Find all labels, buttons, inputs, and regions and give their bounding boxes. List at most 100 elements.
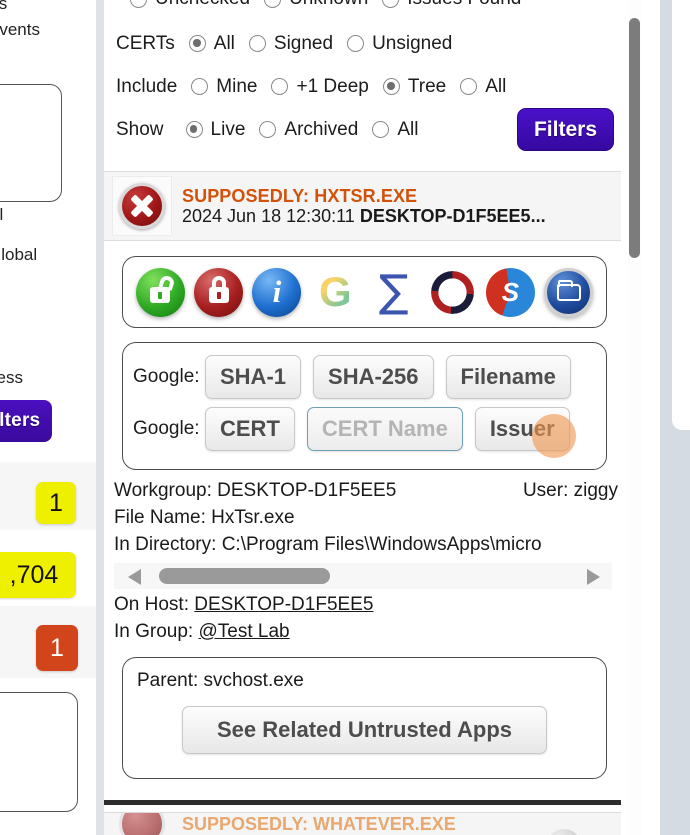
next-alert-title: SUPPOSEDLY: WHATEVER.EXE xyxy=(182,813,456,834)
radio-label-unchecked: Unchecked xyxy=(155,0,250,10)
radio-unchecked-icon[interactable] xyxy=(130,0,147,8)
radio-label-unknown: Unknown xyxy=(289,0,368,10)
radio-option-certs-unsigned[interactable]: Unsigned xyxy=(347,33,452,55)
google-sha1-button[interactable]: SHA-1 xyxy=(205,355,302,399)
main-detail-panel: Unchecked Unknown Issues Found CERTs All xyxy=(104,0,628,835)
file-detail-text: Workgroup: DESKTOP-D1F5EE5 User: ziggy F… xyxy=(114,478,624,559)
on-host-link[interactable]: DESKTOP-D1F5EE5 xyxy=(194,594,373,615)
s-swirl-icon[interactable]: S xyxy=(485,267,535,317)
locked-padlock-red-icon[interactable] xyxy=(194,267,244,317)
filter-row-certs: CERTs All Signed Unsigned xyxy=(104,22,628,65)
radio-include-tree-icon[interactable] xyxy=(382,78,400,95)
filter-label-include: Include xyxy=(116,75,178,97)
section-divider xyxy=(104,800,621,805)
radio-show-live-icon[interactable] xyxy=(185,121,203,138)
user-label: User: xyxy=(522,480,569,501)
google-lookup-panel: Google: SHA-1 SHA-256 Filename Google: C… xyxy=(122,342,607,470)
sidebar-badge-count-2[interactable]: ,704 xyxy=(0,552,76,598)
in-group-label: In Group: xyxy=(114,620,194,642)
google-cert-button[interactable]: CERT xyxy=(205,407,295,451)
radio-label-issues-found: Issues Found xyxy=(407,0,521,10)
radio-option-certs-all[interactable]: All xyxy=(188,32,235,55)
radio-option-show-all[interactable]: All xyxy=(372,119,418,141)
on-host-label: On Host: xyxy=(114,594,189,615)
sidebar-badge-count-1[interactable]: 1 xyxy=(36,482,76,524)
google-g-icon[interactable]: G xyxy=(311,268,360,317)
horizontal-scrollbar[interactable] xyxy=(114,563,612,589)
unlocked-padlock-green-icon[interactable] xyxy=(135,267,185,317)
in-group-link[interactable]: @Test Lab xyxy=(199,621,290,642)
radio-option-unchecked[interactable]: Unchecked xyxy=(130,0,250,10)
background-window xyxy=(672,0,690,430)
radio-label-include-tree: Tree xyxy=(407,75,447,97)
radio-label-certs-unsigned: Unsigned xyxy=(372,32,453,54)
alert-title: SUPPOSEDLY: HXTSR.EXE xyxy=(182,185,418,206)
sidebar-panel-box-bottom xyxy=(0,692,78,812)
google-cert-name-button[interactable]: CERT Name xyxy=(306,407,463,451)
google-row-certs: Google: CERT CERT Name Issuer xyxy=(133,403,596,455)
detail-line-in-group: In Group: @Test Lab xyxy=(114,619,624,646)
filter-row-status: Unchecked Unknown Issues Found xyxy=(116,0,521,10)
radio-option-unknown[interactable]: Unknown xyxy=(264,0,368,10)
radio-option-include-mine[interactable]: Mine xyxy=(191,76,257,98)
radio-option-include-all[interactable]: All xyxy=(460,76,506,98)
scroll-left-arrow-icon[interactable] xyxy=(128,569,141,585)
radio-include-mine-icon[interactable] xyxy=(191,78,209,95)
filters-button[interactable]: Filters xyxy=(517,108,614,151)
sidebar-badge-count-3[interactable]: 1 xyxy=(36,625,78,671)
google-label-1: Google: xyxy=(133,366,200,387)
radio-show-archived-icon[interactable] xyxy=(259,121,277,138)
google-filename-button[interactable]: Filename xyxy=(445,355,571,399)
google-sha256-button[interactable]: SHA-256 xyxy=(313,355,434,399)
radio-option-certs-signed[interactable]: Signed xyxy=(248,33,333,55)
scroll-right-arrow-icon[interactable] xyxy=(587,569,600,585)
open-folder-icon[interactable] xyxy=(544,267,594,317)
left-sidebar: ts Events al Global cess ilters 1 ,704 1 xyxy=(0,0,96,835)
radio-option-show-archived[interactable]: Archived xyxy=(259,119,358,141)
workgroup-label: Workgroup: xyxy=(114,480,212,501)
google-issuer-button[interactable]: Issuer xyxy=(474,407,570,451)
alert-timestamp: 2024 Jun 18 12:30:11 xyxy=(182,206,355,226)
alert-icon-container xyxy=(112,176,172,236)
sidebar-text-al: al xyxy=(0,205,4,224)
parent-process-label: Parent: svchost.exe xyxy=(137,670,304,691)
alert-host: DESKTOP-D1F5EE5... xyxy=(359,206,546,226)
alert-row-next[interactable]: SUPPOSEDLY: WHATEVER.EXE xyxy=(104,812,621,835)
radio-show-all-icon[interactable] xyxy=(372,121,390,138)
user-info: User: ziggy xyxy=(523,478,618,505)
radio-option-show-live[interactable]: Live xyxy=(185,119,245,141)
action-icon-strip: i G ∑ S xyxy=(122,256,607,328)
vertical-scroll-thumb[interactable] xyxy=(629,18,640,258)
host-group-text: On Host: DESKTOP-D1F5EE5 In Group: @Test… xyxy=(114,592,624,646)
radio-unknown-icon[interactable] xyxy=(264,0,282,8)
radio-option-include-plus1deep[interactable]: +1 Deep xyxy=(271,76,369,98)
radio-option-include-tree[interactable]: Tree xyxy=(382,75,447,98)
sidebar-gutter xyxy=(96,0,104,835)
radio-certs-signed-icon[interactable] xyxy=(248,35,266,52)
radio-certs-unsigned-icon[interactable] xyxy=(347,35,365,52)
horizontal-scroll-thumb[interactable] xyxy=(159,568,330,584)
radio-label-include-mine: Mine xyxy=(216,75,258,97)
google-label-2: Google: xyxy=(133,418,200,439)
radio-label-certs-all: All xyxy=(213,32,235,54)
radio-issues-found-icon[interactable] xyxy=(382,0,400,8)
alert-text-group: SUPPOSEDLY: HXTSR.EXE 2024 Jun 18 12:30:… xyxy=(182,186,546,226)
detail-line-workgroup: Workgroup: DESKTOP-D1F5EE5 User: ziggy xyxy=(114,478,624,505)
sidebar-text-global: Global xyxy=(0,245,38,264)
radio-include-plus1deep-icon[interactable] xyxy=(271,78,289,95)
detail-line-filename: File Name: HxTsr.exe xyxy=(114,506,295,528)
parent-process-panel: Parent: svchost.exe See Related Untruste… xyxy=(122,657,607,779)
alert-subtitle: 2024 Jun 18 12:30:11 DESKTOP-D1F5EE5... xyxy=(182,206,546,226)
sigma-icon[interactable]: ∑ xyxy=(369,268,418,317)
radio-certs-all-icon[interactable] xyxy=(188,35,206,52)
sidebar-filters-button[interactable]: ilters xyxy=(0,400,52,442)
alert-row-selected[interactable]: SUPPOSEDLY: HXTSR.EXE 2024 Jun 18 12:30:… xyxy=(104,171,621,241)
refresh-cycle-icon[interactable] xyxy=(428,268,477,317)
see-related-untrusted-apps-button[interactable]: See Related Untrusted Apps xyxy=(182,706,547,754)
sidebar-text-ts: ts xyxy=(0,0,8,13)
info-circle-icon[interactable]: i xyxy=(252,267,302,317)
radio-label-include-all: All xyxy=(485,75,507,97)
radio-option-issues-found[interactable]: Issues Found xyxy=(382,0,521,10)
radio-include-all-icon[interactable] xyxy=(460,78,478,95)
filter-label-certs: CERTs xyxy=(116,32,175,54)
